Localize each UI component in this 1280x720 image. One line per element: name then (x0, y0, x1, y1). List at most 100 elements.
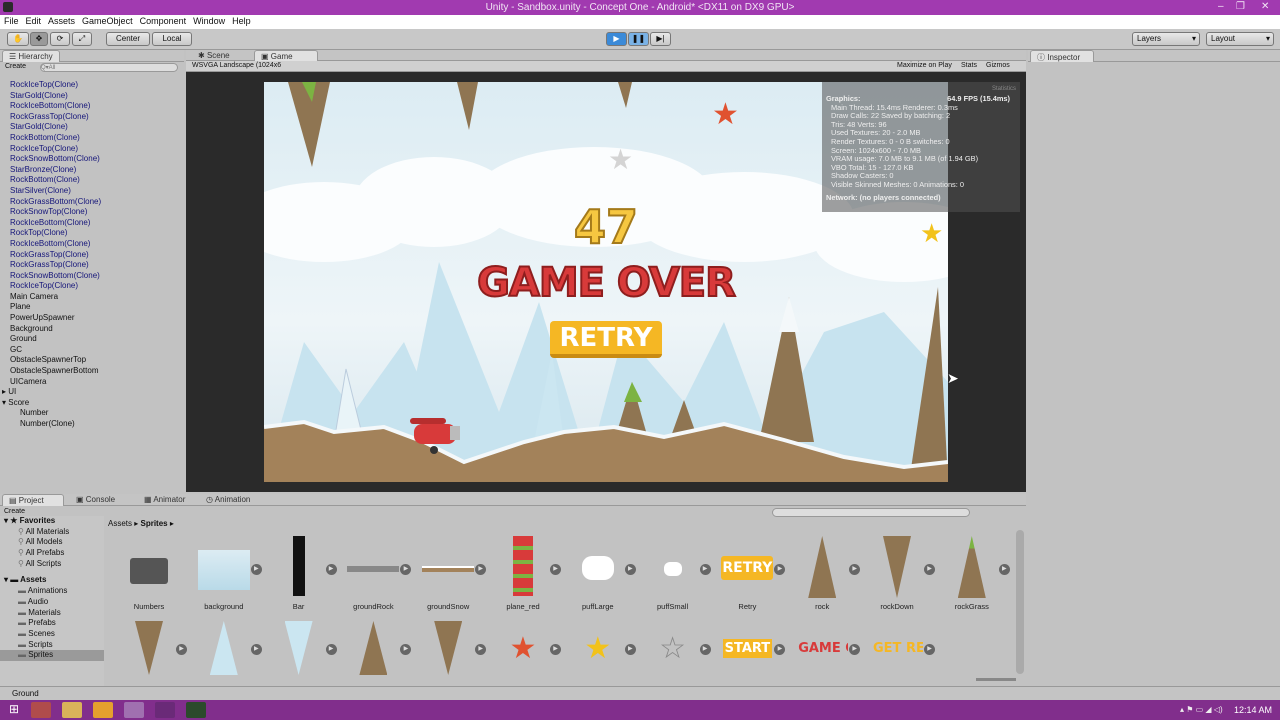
expand-sprite-icon[interactable]: ▶ (774, 644, 786, 655)
tab-project[interactable]: ▤ Project (2, 494, 64, 506)
project-create-button[interactable]: Create (4, 508, 25, 515)
favorites-header[interactable]: ▾ ★ Favorites (0, 516, 104, 527)
expand-sprite-icon[interactable]: ▶ (924, 644, 935, 655)
favorite-item[interactable]: ⚲ All Materials (0, 527, 104, 538)
folder-item[interactable]: ▬ Audio (0, 597, 104, 608)
hierarchy-item[interactable]: StarGold(Clone) (0, 91, 184, 102)
hierarchy-item[interactable]: Number (0, 408, 184, 419)
expand-sprite-icon[interactable]: ▶ (699, 564, 711, 575)
hierarchy-item[interactable]: Ground (0, 334, 184, 345)
step-icon[interactable]: ▶| (650, 32, 671, 46)
tray-icons[interactable]: ▴ ⚑ ▭ ◢ ◁) (1180, 705, 1223, 714)
expand-sprite-icon[interactable]: ▶ (550, 644, 561, 655)
expand-sprite-icon[interactable]: ▶ (400, 644, 412, 655)
expand-sprite-icon[interactable]: ▶ (624, 644, 636, 655)
folder-item[interactable]: ▬ Scripts (0, 640, 104, 651)
asset-item[interactable]: puffSmall ▶ (638, 536, 711, 611)
hierarchy-item[interactable]: RockIceBottom(Clone) (0, 239, 184, 250)
pivot-local-button[interactable]: Local (152, 32, 192, 46)
hierarchy-search-input[interactable] (40, 63, 178, 72)
maximize-icon[interactable]: ❐ (1236, 1, 1245, 12)
expand-sprite-icon[interactable]: ▶ (400, 564, 412, 575)
asset-item[interactable]: GET READY▶ (862, 620, 935, 676)
pause-icon[interactable]: ❚❚ (628, 32, 649, 46)
hierarchy-item[interactable]: ObstacleSpawnerBottom (0, 366, 184, 377)
asset-item[interactable]: GAME OVER▶ (787, 620, 861, 676)
expand-sprite-icon[interactable]: ▶ (624, 564, 636, 575)
unity-taskbar-icon[interactable] (124, 702, 144, 718)
hierarchy-item[interactable]: RockIceTop(Clone) (0, 144, 184, 155)
play-icon[interactable]: ▶ (606, 32, 627, 46)
expand-sprite-icon[interactable]: ▶ (325, 644, 337, 655)
asset-item[interactable]: ▶ (413, 620, 487, 676)
expand-sprite-icon[interactable]: ▶ (250, 564, 262, 575)
favorite-item[interactable]: ⚲ All Prefabs (0, 548, 104, 559)
hierarchy-item[interactable]: StarBronze(Clone) (0, 165, 184, 176)
hierarchy-item[interactable]: RockIceBottom(Clone) (0, 101, 184, 112)
expand-sprite-icon[interactable]: ▶ (176, 644, 187, 655)
menu-help[interactable]: Help (228, 15, 254, 26)
hierarchy-item[interactable]: Background (0, 324, 184, 335)
hierarchy-create-button[interactable]: Create (2, 63, 29, 70)
hierarchy-item[interactable]: RockSnowBottom(Clone) (0, 154, 184, 165)
tab-animation[interactable]: ◷ Animation (200, 494, 256, 506)
gizmos-dropdown[interactable]: Gizmos (986, 62, 1010, 69)
project-search-input[interactable] (772, 508, 970, 517)
asset-item[interactable]: groundSnow ▶ (413, 536, 487, 611)
menu-window[interactable]: Window (189, 15, 228, 26)
thumbnail-size-slider[interactable] (976, 678, 1016, 681)
asset-item[interactable]: ★ ▶ (488, 620, 561, 676)
hierarchy-item[interactable]: StarGold(Clone) (0, 122, 184, 133)
asset-item[interactable]: RETRY Retry ▶ (712, 536, 786, 611)
layout-dropdown[interactable]: Layout ▾ (1206, 32, 1274, 46)
hierarchy-item[interactable]: PowerUpSpawner (0, 313, 184, 324)
asset-item[interactable]: ☆ ▶ (638, 620, 711, 676)
menu-assets[interactable]: Assets (44, 15, 78, 26)
asset-item[interactable]: ▶ (189, 620, 262, 676)
expand-sprite-icon[interactable]: ▶ (924, 564, 935, 575)
breadcrumb-assets[interactable]: Assets (108, 519, 132, 528)
hierarchy-item[interactable]: RockIceBottom(Clone) (0, 218, 184, 229)
favorite-item[interactable]: ⚲ All Scripts (0, 559, 104, 570)
stats-toggle[interactable]: Stats (961, 62, 977, 69)
hierarchy-item[interactable]: UICamera (0, 377, 184, 388)
hierarchy-item[interactable]: Plane (0, 302, 184, 313)
scale-tool-icon[interactable]: ⤢ (72, 32, 92, 46)
asset-item[interactable]: ▶ (338, 620, 412, 676)
hierarchy-item[interactable]: ObstacleSpawnerTop (0, 355, 184, 366)
asset-item[interactable]: Numbers (114, 536, 184, 611)
expand-sprite-icon[interactable]: ▶ (475, 644, 487, 655)
windows-start-icon[interactable]: ⊞ (4, 702, 24, 718)
asset-item[interactable]: plane_red ▶ (488, 536, 561, 611)
hierarchy-item[interactable]: RockGrassTop(Clone) (0, 260, 184, 271)
asset-item[interactable]: ▶ (114, 620, 187, 676)
tab-animator[interactable]: ▦ Animator (138, 494, 191, 506)
expand-sprite-icon[interactable]: ▶ (849, 564, 861, 575)
favorite-item[interactable]: ⚲ All Models (0, 537, 104, 548)
hierarchy-item[interactable]: RockGrassTop(Clone) (0, 250, 184, 261)
hierarchy-item[interactable]: Number(Clone) (0, 419, 184, 430)
rotate-tool-icon[interactable]: ⟳ (50, 32, 70, 46)
close-icon[interactable]: ✕ (1261, 1, 1269, 12)
tab-console[interactable]: ▣ Console (70, 494, 121, 506)
menu-file[interactable]: File (0, 15, 22, 26)
hierarchy-item[interactable]: RockSnowTop(Clone) (0, 207, 184, 218)
hierarchy-item[interactable]: RockBottom(Clone) (0, 133, 184, 144)
expand-sprite-icon[interactable]: ▶ (250, 644, 262, 655)
hierarchy-item[interactable]: ▾ Score (0, 398, 184, 409)
expand-sprite-icon[interactable]: ▶ (475, 564, 487, 575)
hierarchy-item[interactable]: RockSnowBottom(Clone) (0, 271, 184, 282)
terminal-taskbar-icon[interactable] (186, 702, 206, 718)
hierarchy-item[interactable]: RockIceTop(Clone) (0, 281, 184, 292)
asset-item[interactable]: ★ ▶ (563, 620, 636, 676)
asset-item[interactable]: START ▶ (712, 620, 786, 676)
asset-item[interactable]: rockGrass ▶ (937, 536, 1010, 611)
menu-edit[interactable]: Edit (22, 15, 45, 26)
hierarchy-item[interactable]: StarSilver(Clone) (0, 186, 184, 197)
asset-scrollbar[interactable] (1016, 530, 1024, 674)
aspect-dropdown[interactable]: WSVGA Landscape (1024x6 (192, 62, 281, 69)
asset-item[interactable]: groundRock ▶ (338, 536, 412, 611)
hierarchy-item[interactable]: RockGrassTop(Clone) (0, 112, 184, 123)
asset-item[interactable]: puffLarge ▶ (563, 536, 636, 611)
folder-item[interactable]: ▬ Animations (0, 586, 104, 597)
